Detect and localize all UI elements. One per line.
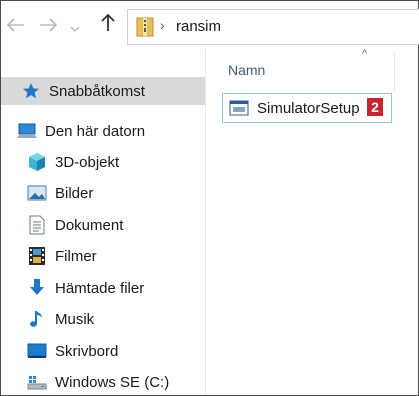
sidebar-item-label: Windows SE (C:) [55,373,170,391]
sidebar-item-label: Filmer [55,247,97,265]
breadcrumb-path[interactable]: ransim [176,18,221,35]
sort-indicator: ^ [362,48,368,60]
forward-button[interactable] [37,15,59,37]
address-bar[interactable]: › ransim [127,9,419,45]
sidebar-item-label: Skrivbord [55,342,119,360]
desktop-icon [25,341,49,361]
arrow-right-icon [39,15,58,38]
arrow-up-icon [101,13,115,38]
sidebar-item-label: Dokument [55,216,124,234]
recent-locations-button[interactable] [61,15,89,37]
film-icon [25,246,49,266]
column-header-name[interactable]: Namn [228,62,265,78]
pane-divider[interactable] [205,49,206,395]
up-button[interactable] [97,13,119,38]
sidebar-item-drive-c[interactable]: Windows SE (C:) [1,368,205,396]
sidebar-item-desktop[interactable]: Skrivbord [1,337,205,365]
sidebar-item-label: Den här datorn [45,122,146,140]
document-icon [25,215,49,235]
sidebar-item-documents[interactable]: Dokument [1,211,205,239]
back-button[interactable] [5,15,27,37]
step-badge: 2 [367,98,383,116]
sidebar-item-this-pc[interactable]: Den här datorn [1,117,205,145]
arrow-left-icon [6,15,25,38]
sidebar-item-label: 3D-objekt [55,153,120,171]
music-icon [25,309,49,329]
download-icon [25,278,49,298]
sidebar-item-label: Snabbåtkomst [49,82,145,100]
sidebar-item-label: Bilder [55,184,94,202]
chevron-down-icon [70,15,80,38]
star-icon [19,81,43,101]
navigation-pane: Snabbåtkomst Den här datorn 3D-objekt Bi… [1,49,205,395]
zip-folder-icon [136,17,154,42]
sidebar-item-pictures[interactable]: Bilder [1,179,205,207]
cube-icon [25,152,49,172]
sidebar-item-videos[interactable]: Filmer [1,242,205,270]
installer-icon [229,100,251,116]
computer-icon [15,121,39,141]
sidebar-item-label: Musik [55,310,95,328]
drive-icon [25,372,49,392]
sidebar-item-downloads[interactable]: Hämtade filer [1,274,205,302]
picture-icon [25,183,49,203]
sidebar-item-label: Hämtade filer [55,279,145,297]
column-divider[interactable] [394,52,395,92]
toolbar: › ransim [1,1,419,49]
file-name: SimulatorSetup [257,99,360,117]
sidebar-item-quick-access[interactable]: Snabbåtkomst [1,77,205,105]
sidebar-item-3d-objects[interactable]: 3D-objekt [1,148,205,176]
sidebar-item-music[interactable]: Musik [1,305,205,333]
breadcrumb-separator: › [160,17,165,33]
